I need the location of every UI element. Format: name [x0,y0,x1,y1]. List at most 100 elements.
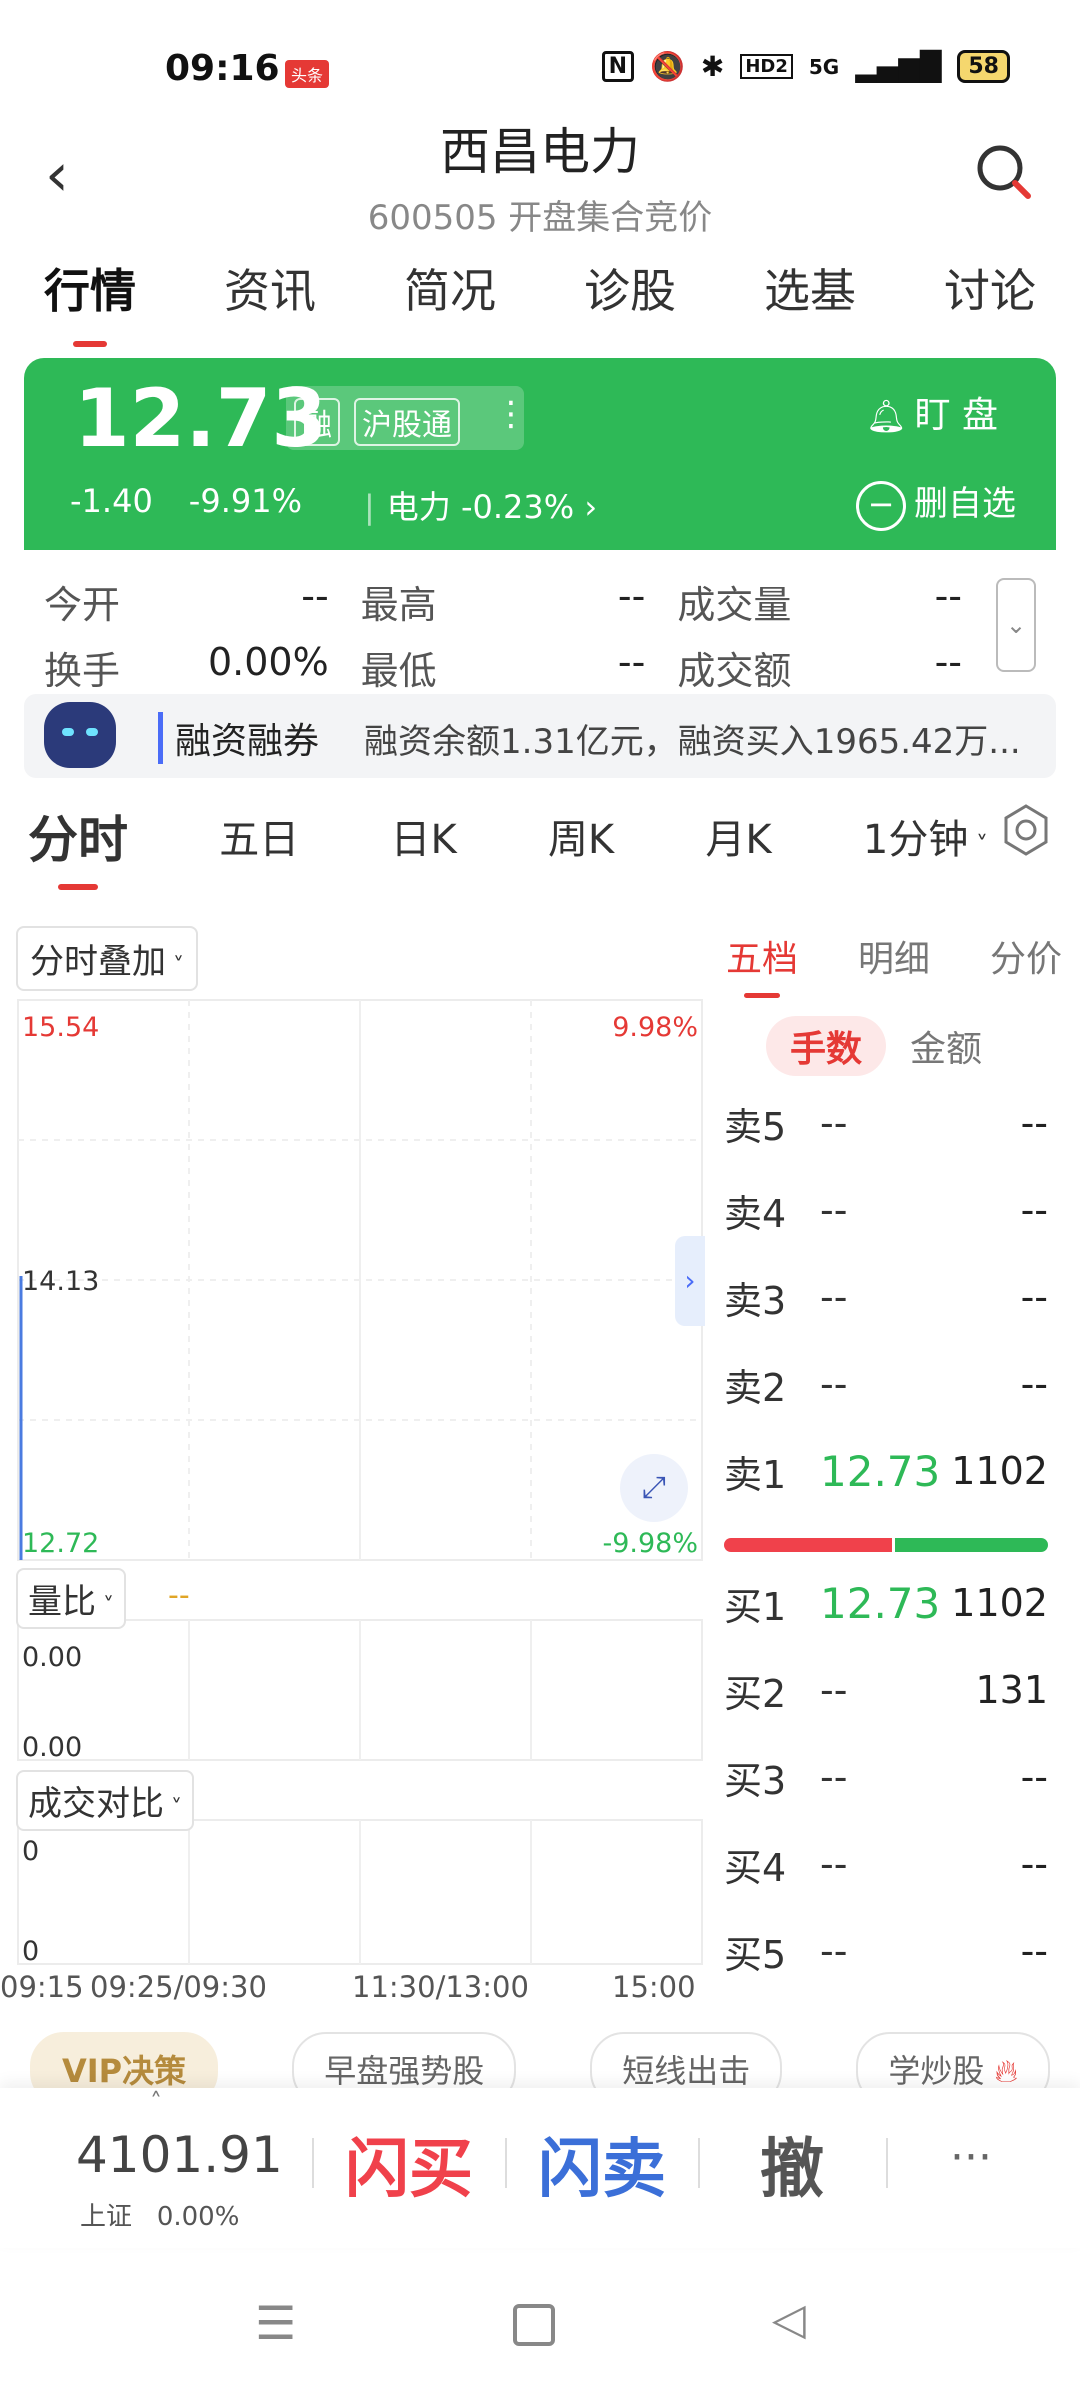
robot-avatar-icon [44,702,116,768]
unit-lots[interactable]: 手数 [766,1016,887,1076]
unit-toggle: 手数 金额 [766,1016,982,1076]
x-tick-label: 11:30/13:00 [352,1970,529,2004]
chevron-down-icon: ˅ [166,954,184,979]
expand-stats-button[interactable]: ⌄ [996,578,1036,672]
chevron-right-icon: › [574,488,598,526]
ratio-tick-label: 0.00 [22,1732,82,1763]
tab-detail[interactable]: 明细 [858,930,930,982]
pill-learn-label: 学炒股 [888,2052,985,2090]
divider [505,2138,507,2188]
watch-label: 盯 盘 [914,395,998,436]
cancel-order-button[interactable]: 撤 [760,2118,824,2210]
level-label: 卖1 [724,1452,787,1497]
stat-value: -- [301,573,329,618]
tab-five-levels[interactable]: 五档 [726,930,798,998]
bid-row[interactable]: 买1 12.73 1102 [724,1560,1048,1646]
pct-tick-label: -9.98% [602,1528,698,1559]
watch-button[interactable]: 🔔︎ 盯 盘 [866,386,998,438]
back-nav-icon[interactable]: ◁ [772,2294,806,2345]
stat-amount: 成交额 -- [677,640,962,695]
compare-dropdown[interactable]: 成交对比 ˅ [16,1770,194,1831]
change-percent: -9.91% [188,482,302,520]
signal-icon: ▂▄▆█ [855,50,942,83]
panel-toggle-icon[interactable]: › [675,1236,705,1326]
stat-value: 0.00% [207,639,329,684]
gear-icon[interactable] [998,802,1054,858]
sector-text: 电力 -0.23% [386,488,575,526]
margin-info-bar[interactable]: 融资融券 融资余额1.31亿元，融资买入1965.42万... [24,694,1056,778]
menu-icon[interactable]: ☰ [255,2296,296,2350]
level-quantity: -- [1020,1362,1048,1406]
home-icon[interactable] [513,2304,555,2346]
tab-price-dist[interactable]: 分价 [990,930,1062,982]
ask-row[interactable]: 卖5 -- -- [724,1080,1048,1166]
chart-tab-monthly[interactable]: 月K [705,807,771,865]
bid-row[interactable]: 买4 -- -- [724,1821,1048,1907]
status-time: 09:16 [165,48,280,89]
pct-tick-label: 9.98% [612,1012,698,1043]
stat-value: -- [617,639,646,684]
chevron-up-icon[interactable]: ˄ [150,2088,162,2116]
level-price: 12.73 [820,1446,941,1496]
change-value: -1.40 [70,482,153,520]
volume-ratio-dropdown[interactable]: 量比 ˅ [16,1568,126,1629]
tab-profile[interactable]: 简况 [394,255,506,335]
remove-favorite-button[interactable]: − 删自选 [856,476,1016,531]
tab-news[interactable]: 资讯 [214,255,326,335]
ask-row[interactable]: 卖4 -- -- [724,1167,1048,1253]
y-tick-label: 15.54 [22,1012,99,1043]
level-price: -- [820,1842,848,1886]
chart-tab-weekly[interactable]: 周K [548,807,614,865]
bid-row[interactable]: 买2 -- 131 [724,1647,1048,1733]
sell-ratio-fill [895,1538,1048,1552]
network-icon: 5G [808,54,840,79]
ask-row[interactable]: 卖1 12.73 1102 [724,1428,1048,1514]
stats-row: 今开 -- 最高 -- 成交量 -- [44,568,994,634]
tab-discuss[interactable]: 讨论 [934,255,1046,335]
chart-tab-1min[interactable]: 1分钟 ˅ [863,807,988,865]
stats-row: 换手 0.00% 最低 -- 成交额 -- [44,634,994,700]
stat-low: 最低 -- [361,640,646,695]
flash-sell-button[interactable]: 闪卖 [538,2118,666,2210]
x-tick-label: 09:15 [0,1970,84,2004]
stock-subtitle: 600505 开盘集合竞价 [367,198,713,238]
stat-turnover: 换手 0.00% [44,640,329,695]
orderbook-tabs: 五档 明细 分价 [726,930,1062,998]
status-icons: N 🔕 ✱ HD2 5G ▂▄▆█ 58 [601,50,1010,83]
chart-tab-5day[interactable]: 五日 [219,807,299,865]
tag-group[interactable]: 融 沪股通 ⋮ [286,386,528,450]
level-quantity: 1102 [951,1581,1048,1625]
sector-link[interactable]: | 电力 -0.23% › [364,482,597,528]
level-price: -- [820,1755,848,1799]
tab-funds[interactable]: 选基 [754,255,866,335]
search-icon[interactable] [974,142,1032,200]
unit-amount[interactable]: 金额 [910,1016,982,1076]
flash-buy-button[interactable]: 闪买 [345,2118,473,2210]
bid-row[interactable]: 买3 -- -- [724,1734,1048,1820]
level-label: 卖4 [724,1191,787,1236]
connect-tag: 沪股通 [354,398,460,446]
bell-icon: 🔔︎ [865,397,907,435]
level-price: -- [820,1188,848,1232]
ask-row[interactable]: 卖2 -- -- [724,1341,1048,1427]
bid-row[interactable]: 买5 -- -- [724,1908,1048,1994]
x-tick-label: 09:25/09:30 [90,1970,267,2004]
chart-tabs: 分时 五日 日K 周K 月K 1分钟 ˅ [28,800,988,890]
tab-diagnose[interactable]: 诊股 [574,255,686,335]
stat-label: 成交额 [677,648,792,693]
ask-row[interactable]: 卖3 -- -- [724,1254,1048,1340]
chart-tab-intraday[interactable]: 分时 [28,800,128,890]
compare-label: 成交对比 [28,1784,164,1824]
index-value[interactable]: 4101.91 [76,2126,283,2184]
fullscreen-icon[interactable]: ⤢ [620,1454,688,1522]
level-label: 买3 [724,1758,787,1803]
chart-tab-daily[interactable]: 日K [390,807,456,865]
bluetooth-icon: ✱ [700,50,725,83]
level-quantity: -- [1020,1929,1048,1973]
index-sub: 上证 0.00% [80,2196,239,2233]
level-quantity: -- [1020,1101,1048,1145]
overlay-dropdown[interactable]: 分时叠加 ˅ [16,926,198,991]
tab-market[interactable]: 行情 [34,255,146,347]
ratio-value: -- [168,1578,190,1613]
more-icon[interactable]: ··· [950,2132,992,2183]
